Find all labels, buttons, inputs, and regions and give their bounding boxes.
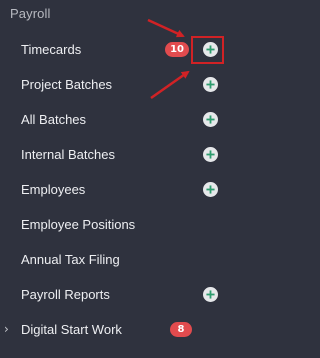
sidebar-item-label: Payroll Reports	[21, 287, 110, 302]
sidebar-item-label: Internal Batches	[21, 147, 115, 162]
chevron-right-icon[interactable]: ›	[4, 322, 9, 336]
sidebar-item-annual-tax-filing[interactable]: Annual Tax Filing	[0, 242, 225, 277]
plus-icon	[206, 45, 215, 54]
digital-start-work-count-badge: 8	[170, 322, 192, 337]
sidebar-item-label: All Batches	[21, 112, 87, 127]
sidebar-item-label: Employees	[21, 182, 86, 197]
section-title-payroll: Payroll	[10, 6, 51, 21]
sidebar-item-payroll-reports[interactable]: Payroll Reports	[0, 277, 225, 312]
sidebar-item-label: Timecards	[21, 42, 82, 57]
sidebar-item-employees[interactable]: Employees	[0, 172, 225, 207]
sidebar-item-label: Annual Tax Filing	[21, 252, 120, 267]
timecards-count-badge: 10	[165, 42, 189, 57]
plus-icon	[206, 80, 215, 89]
add-employee-button[interactable]	[203, 182, 218, 197]
add-internal-batch-button[interactable]	[203, 147, 218, 162]
sidebar-menu: Timecards 10 Project Batches All Batches	[0, 32, 225, 347]
sidebar-item-timecards[interactable]: Timecards 10	[0, 32, 225, 67]
sidebar-item-project-batches[interactable]: Project Batches	[0, 67, 225, 102]
sidebar-item-internal-batches[interactable]: Internal Batches	[0, 137, 225, 172]
add-batch-button[interactable]	[203, 112, 218, 127]
add-project-batch-button[interactable]	[203, 77, 218, 92]
sidebar-item-label: Employee Positions	[21, 217, 136, 232]
sidebar-item-employee-positions[interactable]: Employee Positions	[0, 207, 225, 242]
plus-icon	[206, 185, 215, 194]
sidebar-item-all-batches[interactable]: All Batches	[0, 102, 225, 137]
add-payroll-report-button[interactable]	[203, 287, 218, 302]
sidebar-item-digital-start-work[interactable]: › Digital Start Work 8	[0, 312, 225, 347]
sidebar-item-label: Project Batches	[21, 77, 113, 92]
sidebar-item-label: Digital Start Work	[21, 322, 122, 337]
add-timecard-button[interactable]	[203, 42, 218, 57]
plus-icon	[206, 150, 215, 159]
plus-icon	[206, 290, 215, 299]
plus-icon	[206, 115, 215, 124]
